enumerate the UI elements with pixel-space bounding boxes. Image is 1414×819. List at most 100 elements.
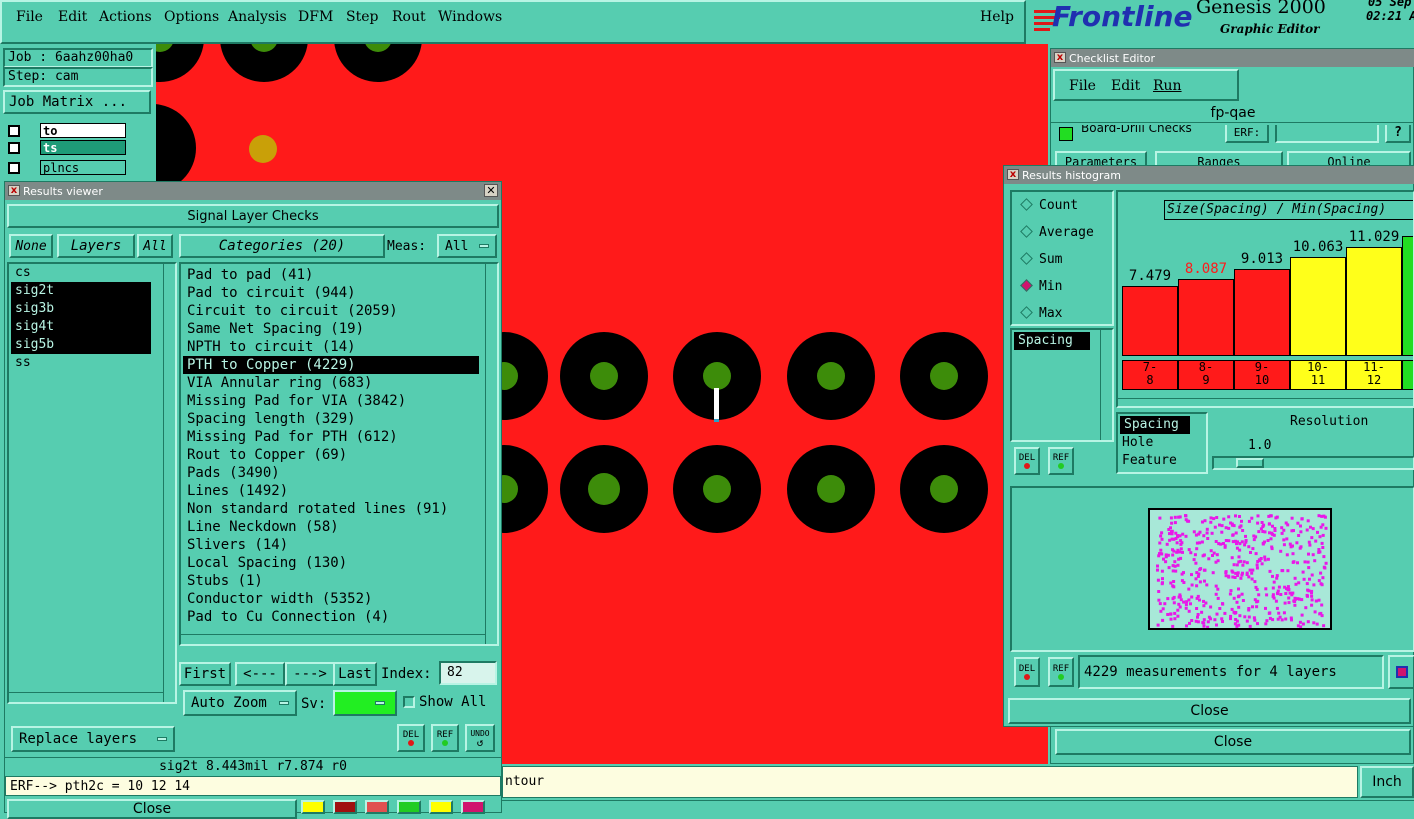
histogram-close-button[interactable]: Close (1008, 698, 1411, 724)
layer-row-to[interactable]: to (6, 123, 126, 139)
histogram-del-button[interactable]: DEL (1014, 447, 1040, 475)
export-icon[interactable] (1388, 655, 1414, 689)
meas-dropdown[interactable]: All (437, 234, 497, 258)
undo-button[interactable]: UNDO ↺ (465, 724, 495, 752)
list-item[interactable]: NPTH to circuit (14) (183, 338, 479, 356)
list-item[interactable]: sig3b (11, 300, 151, 318)
list-item[interactable]: Conductor width (5352) (183, 590, 479, 608)
list-item[interactable]: Lines (1492) (183, 482, 479, 500)
list-item[interactable]: Local Spacing (130) (183, 554, 479, 572)
tab-online[interactable]: Online (1287, 151, 1411, 165)
slider-thumb[interactable] (1236, 458, 1264, 468)
layer-list-hscrollbar[interactable] (9, 692, 163, 702)
last-button[interactable]: Last (333, 662, 377, 686)
measure-list[interactable]: Spacing (1010, 328, 1114, 442)
tab-ranges[interactable]: Ranges (1155, 151, 1283, 165)
auto-zoom-dropdown[interactable]: Auto Zoom (183, 690, 297, 716)
histogram-bar[interactable] (1122, 286, 1178, 356)
help-button[interactable]: ? (1385, 125, 1411, 143)
list-item[interactable]: Same Net Spacing (19) (183, 320, 479, 338)
category-list-vscrollbar[interactable] (485, 264, 497, 644)
menu-file[interactable]: File (16, 9, 43, 25)
graph-icon[interactable] (397, 800, 421, 814)
layer-icon[interactable] (301, 800, 325, 814)
list-item[interactable]: cs (11, 264, 151, 282)
list-item[interactable]: Spacing (1014, 332, 1090, 350)
list-item[interactable]: Spacing length (329) (183, 410, 479, 428)
none-button[interactable]: None (9, 234, 53, 258)
layer-list[interactable]: cs sig2t sig3b sig4t sig5b ss (7, 262, 177, 704)
list-item[interactable]: Spacing (1120, 416, 1190, 434)
measure-list-scrollbar[interactable] (1100, 330, 1112, 440)
list-item[interactable]: Feature (1118, 452, 1206, 470)
list-item[interactable]: Hole (1118, 434, 1206, 452)
list-item[interactable]: sig5b (11, 336, 151, 354)
job-matrix-button[interactable]: Job Matrix ... (3, 90, 151, 114)
menu-rout[interactable]: Rout (392, 9, 426, 25)
histogram-bar[interactable] (1234, 269, 1290, 356)
category-list-hscrollbar[interactable] (181, 634, 485, 644)
units-button[interactable]: Inch (1360, 766, 1414, 798)
layer-checkbox[interactable] (8, 142, 20, 154)
menu-options[interactable]: Options (164, 9, 219, 25)
sv-color-dropdown[interactable] (333, 690, 397, 716)
erf-field[interactable] (1275, 125, 1379, 143)
histogram-ref-button[interactable]: REF (1048, 447, 1074, 475)
list-item[interactable]: Rout to Copper (69) (183, 446, 479, 464)
erf-button[interactable]: ERF: (1225, 125, 1269, 143)
chart-icon[interactable] (461, 800, 485, 814)
checklist-close-button[interactable]: Close (1055, 729, 1411, 755)
histogram-bar[interactable] (1346, 247, 1402, 356)
layer-checkbox[interactable] (8, 125, 20, 137)
menu-help[interactable]: Help (980, 9, 1014, 25)
histogram-bar[interactable] (1178, 279, 1234, 356)
list-item[interactable]: sig4t (11, 318, 151, 336)
list-item[interactable]: Line Neckdown (58) (183, 518, 479, 536)
prev-button[interactable]: <--- (235, 662, 285, 686)
menu-dfm[interactable]: DFM (298, 9, 333, 25)
measurement-marker[interactable] (714, 388, 719, 422)
stop-icon[interactable] (333, 800, 357, 814)
list-item[interactable]: PTH to Copper (4229) (183, 356, 479, 374)
histogram-bar[interactable] (1290, 257, 1346, 356)
replace-layers-dropdown[interactable]: Replace layers (11, 726, 175, 752)
command-field[interactable]: ntour (502, 766, 1358, 798)
list-item[interactable]: Pad to pad (41) (183, 266, 479, 284)
show-all-checkbox[interactable]: Show All (403, 694, 497, 711)
list-item[interactable]: Stubs (1) (183, 572, 479, 590)
list-item[interactable]: Pad to Cu Connection (4) (183, 608, 479, 626)
mode-average[interactable]: Average (1020, 225, 1094, 240)
all-button[interactable]: All (137, 234, 173, 258)
list-item[interactable]: Circuit to circuit (2059) (183, 302, 479, 320)
menu-edit[interactable]: Edit (58, 9, 87, 25)
first-button[interactable]: First (179, 662, 231, 686)
note-icon[interactable] (429, 800, 453, 814)
checklist-menu-run[interactable]: Run (1153, 78, 1182, 94)
tab-parameters[interactable]: Parameters (1055, 151, 1147, 165)
checklist-editor-titlebar[interactable]: x Checklist Editor (1051, 49, 1414, 67)
del-button[interactable]: DEL (397, 724, 425, 752)
histogram-titlebar[interactable]: x Results histogram (1004, 166, 1414, 184)
list-item[interactable]: Missing Pad for PTH (612) (183, 428, 479, 446)
histogram-bar[interactable] (1402, 236, 1413, 356)
list-item[interactable]: Slivers (14) (183, 536, 479, 554)
size-by-list[interactable]: Spacing Hole Feature (1116, 412, 1208, 474)
checkbox-box[interactable] (403, 696, 415, 708)
category-list[interactable]: Pad to pad (41) Pad to circuit (944) Circu… (179, 262, 499, 646)
list-item[interactable]: VIA Annular ring (683) (183, 374, 479, 392)
checklist-row[interactable]: Board-Drill Checks ERF: ? (1055, 125, 1411, 145)
ref-button[interactable]: REF (431, 724, 459, 752)
results-close-button[interactable]: Close (7, 799, 297, 819)
histogram-hscrollbar[interactable] (1118, 398, 1413, 406)
list-item[interactable]: Pads (3490) (183, 464, 479, 482)
map-ref-button[interactable]: REF (1048, 657, 1074, 687)
next-button[interactable]: ---> (285, 662, 335, 686)
mode-max[interactable]: Max (1020, 306, 1062, 321)
list-item[interactable]: Pad to circuit (944) (183, 284, 479, 302)
cancel-icon[interactable] (365, 800, 389, 814)
list-item[interactable]: Non standard rotated lines (91) (183, 500, 479, 518)
window-menu-icon[interactable]: x (1054, 52, 1066, 63)
layer-list-vscrollbar[interactable] (163, 264, 175, 702)
window-menu-icon[interactable]: x (1007, 169, 1019, 180)
mode-count[interactable]: Count (1020, 198, 1078, 213)
